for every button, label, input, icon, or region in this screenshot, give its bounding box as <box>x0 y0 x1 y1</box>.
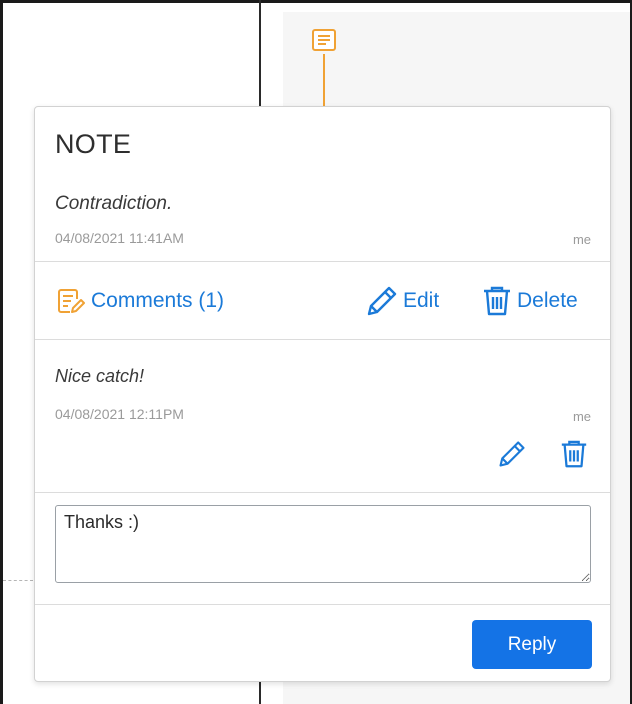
pencil-icon <box>367 286 397 316</box>
comments-label: Comments (1) <box>91 289 225 312</box>
delete-button[interactable]: Delete <box>481 284 578 318</box>
note-timestamp: 04/08/2021 11:41AM <box>55 230 184 246</box>
comment-timestamp: 04/08/2021 12:11PM <box>55 406 184 422</box>
comment-author: me <box>572 409 591 424</box>
comments-icon <box>58 289 85 313</box>
comment-delete-button[interactable] <box>559 438 589 470</box>
divider <box>35 492 610 493</box>
note-pin[interactable] <box>308 28 340 108</box>
dashed-guide-line <box>3 580 33 581</box>
comments-button[interactable]: Comments (1) <box>55 284 224 318</box>
delete-label: Delete <box>517 289 578 312</box>
trash-icon <box>484 286 510 316</box>
note-popup: NOTE Contradiction. 04/08/2021 11:41AM m… <box>34 106 611 682</box>
note-pin-stem <box>323 54 325 108</box>
comment-text: Nice catch! <box>55 366 145 386</box>
note-actions: Comments (1) Edit Delete <box>35 262 610 340</box>
divider <box>35 604 610 605</box>
reply-button[interactable]: Reply <box>472 620 592 669</box>
edit-label: Edit <box>403 289 440 312</box>
trash-icon <box>561 440 587 468</box>
note-title: NOTE <box>55 129 132 159</box>
note-author: me <box>572 232 591 247</box>
note-pin-icon <box>312 29 336 51</box>
frame-left-border <box>0 0 3 704</box>
frame-top-border <box>0 0 632 3</box>
divider <box>35 339 610 340</box>
reply-input[interactable]: Thanks :) <box>55 505 591 583</box>
note-text: Contradiction. <box>55 193 173 214</box>
edit-button[interactable]: Edit <box>365 284 439 318</box>
comment-edit-button[interactable] <box>497 438 527 470</box>
pencil-icon <box>499 441 525 467</box>
